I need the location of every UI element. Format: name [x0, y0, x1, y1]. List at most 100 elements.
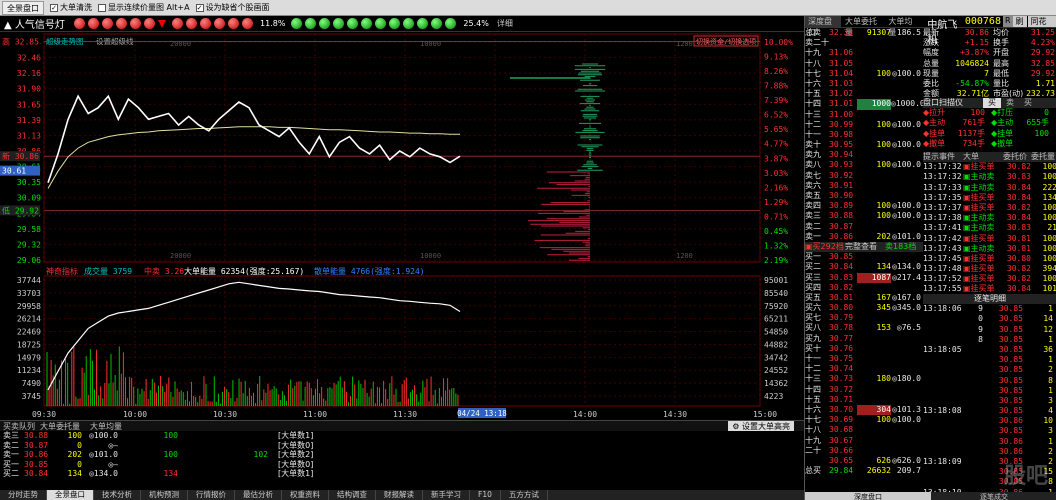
ask-row[interactable]: 卖二十 [805, 38, 923, 48]
bottom-tab[interactable]: 最估分析 [235, 490, 282, 500]
bid-row[interactable]: 买一 30.85 [805, 252, 923, 262]
bid-row[interactable]: 买三 30.83 1087 ◎217.4 [805, 272, 923, 283]
bottom-tab[interactable]: 全景盘口 [47, 490, 94, 500]
bottom-tab[interactable]: 新手学习 [423, 490, 470, 500]
bid-row[interactable]: 二十 30.66 [805, 446, 923, 456]
bid-row[interactable]: 十七 30.69 100 ◎100.0 [805, 415, 923, 425]
ask-row[interactable]: 十六 31.03 [805, 79, 923, 89]
tip-row[interactable]: 13:17:48 ▣挂买单 30.82 394 [923, 264, 1056, 274]
bid-row[interactable]: 买六 30.80 345 ◎345.0 [805, 303, 923, 313]
ask-row[interactable]: 十三 31.00 [805, 110, 923, 120]
price-tick: 30.09 [17, 194, 41, 203]
intraday-chart[interactable]: 32.8432.4632.1631.9031.6531.3931.1330.86… [0, 32, 804, 420]
bid-row[interactable]: 30.65 626 ◎626.0 [805, 456, 923, 466]
tab-ticks-bottom[interactable]: 逐笔成交 [931, 492, 1056, 500]
ask-row[interactable]: 卖五 30.90 [805, 191, 923, 201]
clean-big-order-check[interactable]: ✓ 大单清洗 [50, 2, 92, 13]
queue-row[interactable]: 买二 30.84 134 ◎134.0 134 [大单数1] [0, 469, 804, 479]
green-light-icon [305, 18, 317, 29]
ask-row[interactable]: 十八 31.05 [805, 59, 923, 69]
bid-row[interactable]: 买十 30.76 [805, 344, 923, 354]
bottom-tab[interactable]: 分时走势 [0, 490, 47, 500]
tip-row[interactable]: 13:17:33 ▣主动卖 30.84 222 [923, 183, 1056, 193]
tip-row[interactable]: 13:17:32 ▣主动卖 30.83 100 [923, 172, 1056, 182]
bid-row[interactable]: 十四 30.72 [805, 385, 923, 395]
bid-row[interactable]: 买八 30.78 153 ◎76.5 [805, 323, 923, 333]
queue-header[interactable]: 买卖队列 [0, 421, 40, 431]
bottom-tab[interactable]: 财报解读 [376, 490, 423, 500]
ask-row[interactable]: 卖三 30.88 100 ◎100.0 [805, 211, 923, 221]
scanner-panel: 盘口扫描仪买卖买 ◆拉升 100 ◆打压 0 ◆主动 761手 ◆主动 655手 ◆挂单 1137手… [923, 98, 1056, 149]
ask-row[interactable]: 卖一 30.86 202 ◎101.0 [805, 232, 923, 242]
default-screen-check[interactable]: ✓ 设为缺省个股画面 [195, 2, 270, 13]
bid-row[interactable]: 买四 30.82 [805, 283, 923, 293]
ask-row[interactable]: 十一 30.98 [805, 130, 923, 140]
tip-row[interactable]: 13:17:32 ▣挂买单 30.82 100 [923, 162, 1056, 172]
tip-row[interactable]: 13:17:42 ▣挂买单 30.81 100 [923, 234, 1056, 244]
ask-row[interactable]: 十二 30.99 100 ◎100.0 [805, 120, 923, 130]
queue-row[interactable]: 卖三 30.88 100 ◎100.0 100 [大单数1] [0, 431, 804, 441]
indicator-1: 成交量 3759 [84, 266, 132, 276]
bid-row[interactable]: 买五 30.81 167 ◎167.0 [805, 293, 923, 303]
tip-row[interactable]: 13:17:37 ▣挂买单 30.82 100 [923, 203, 1056, 213]
chart-title-label: 超级走势图 [46, 36, 84, 46]
trade-row: 30.86 2 [998, 446, 1053, 456]
ask-row[interactable]: 卖四 30.89 100 ◎100.0 [805, 201, 923, 211]
bid-row[interactable]: 买九 30.77 [805, 334, 923, 344]
bottom-tab[interactable]: 权重资料 [282, 490, 329, 500]
queue-row[interactable]: 卖二 30.87 0 ◎— [大单数0] [0, 441, 804, 451]
tip-row[interactable]: 13:17:43 ▣主动卖 30.81 100 [923, 244, 1056, 254]
scanner-row: ◆拉升 100 ◆打压 0 [923, 108, 1049, 118]
queue-avg-header[interactable]: 大单均量 [90, 421, 130, 431]
bid-row[interactable]: 十六 30.70 304 ◎101.3 [805, 404, 923, 416]
bid-row[interactable]: 十五 30.71 [805, 395, 923, 405]
bottom-tab[interactable]: F10 [470, 490, 501, 500]
red-light-icon [172, 18, 183, 29]
bid-row[interactable]: 十三 30.73 180 ◎180.0 [805, 374, 923, 384]
ask-row[interactable]: 十七 31.04 100 ◎100.0 [805, 69, 923, 79]
bid-row[interactable]: 十二 30.74 [805, 364, 923, 374]
tip-row[interactable]: 13:17:45 ▣挂买单 30.80 100 [923, 254, 1056, 264]
tip-row[interactable]: 13:17:38 ▣主动卖 30.84 100 [923, 213, 1056, 223]
ask-row[interactable]: 卖十 30.95 100 ◎100.0 [805, 140, 923, 150]
bottom-tab[interactable]: 结构调查 [329, 490, 376, 500]
tab-depth-bottom[interactable]: 深度盘口 [805, 492, 931, 500]
bottom-tab[interactable]: 机构预测 [141, 490, 188, 500]
bid-row[interactable]: 买二 30.84 134 ◎134.0 [805, 262, 923, 272]
bottom-tab[interactable]: 技术分析 [94, 490, 141, 500]
ask-row[interactable]: 十五 31.02 [805, 89, 923, 99]
signal-detail-link[interactable]: 详细 [497, 18, 513, 29]
ask-row[interactable]: 卖二 30.87 [805, 222, 923, 232]
queue-row[interactable]: 买一 30.85 0 ◎— [大单数0] [0, 460, 804, 470]
tab-big-avg[interactable]: 大单均量 [885, 16, 921, 37]
ask-row[interactable]: 卖八 30.93 100 ◎100.0 [805, 160, 923, 170]
stat-row: 委比 -54.87% 量比 1.71 [923, 78, 1055, 88]
tip-row[interactable]: 13:17:35 ▣挂买单 30.84 134 [923, 193, 1056, 203]
bid-row[interactable]: 买七 30.79 [805, 313, 923, 323]
tip-row[interactable]: 13:17:41 ▣主动卖 30.83 21 [923, 223, 1056, 233]
highlight-big-button[interactable]: ⚙ 设置大单高亮 [728, 421, 794, 431]
ask-row[interactable]: 卖九 30.94 [805, 150, 923, 160]
ask-row[interactable]: 十四 31.01 1000 ◎1000.0 [805, 99, 925, 110]
ask-row[interactable]: 卖七 30.92 [805, 171, 923, 181]
bottom-tab[interactable]: 五方方试 [501, 490, 548, 500]
vol-right-tick: 65211 [764, 315, 788, 324]
ask-row[interactable]: 十九 31.06 [805, 48, 923, 58]
panorama-button[interactable]: 全景盘口 [2, 0, 44, 15]
time-tick: 09:30 [32, 410, 56, 419]
down-arrow-icon [158, 19, 166, 28]
bid-row[interactable]: 十八 30.68 [805, 425, 923, 435]
tab-big-order[interactable]: 大单委托量 [842, 16, 885, 37]
bid-row[interactable]: 十一 30.75 [805, 354, 923, 364]
continuous-chart-check[interactable]: 显示连续价量图 Alt+A [98, 2, 190, 13]
green-light-icon [347, 18, 359, 29]
bid-row[interactable]: 十九 30.67 [805, 436, 923, 446]
pct-tick: 7.88% [764, 82, 788, 91]
vol-left-tick: 14979 [17, 353, 41, 362]
tip-row[interactable]: 13:17:52 ▣挂买单 30.82 100 [923, 274, 1056, 284]
queue-row[interactable]: 卖一 30.86 202 ◎101.0 100 102 [大单数2] [0, 450, 804, 460]
bottom-tab[interactable]: 行情报价 [188, 490, 235, 500]
tab-depth[interactable]: 深度盘口 [805, 16, 841, 37]
queue-big-header[interactable]: 大单委托量 [40, 421, 90, 431]
ask-row[interactable]: 卖六 30.91 [805, 181, 923, 191]
